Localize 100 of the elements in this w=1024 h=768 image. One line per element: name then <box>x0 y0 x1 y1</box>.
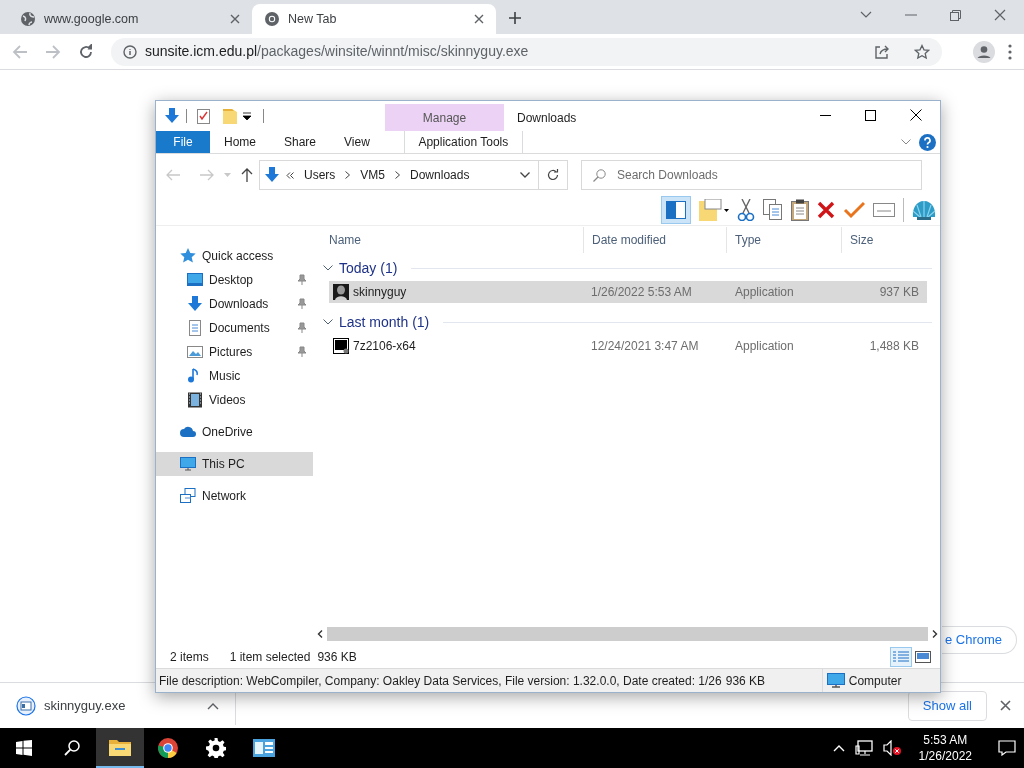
nav-item[interactable]: OneDrive <box>156 420 313 444</box>
close-icon[interactable] <box>474 14 484 24</box>
pin-icon[interactable] <box>297 322 307 334</box>
chrome-icon <box>157 737 179 759</box>
address-field[interactable]: Users VM5 Downloads <box>259 160 539 190</box>
scroll-right-icon[interactable] <box>932 630 938 638</box>
breadcrumb-item[interactable]: Downloads <box>408 166 472 184</box>
profile-icon[interactable] <box>973 40 995 63</box>
caret-icon[interactable] <box>860 11 872 19</box>
browser-tab[interactable]: New Tab <box>252 4 496 34</box>
up-icon[interactable] <box>241 168 253 182</box>
chevron-up-icon[interactable] <box>832 744 845 752</box>
notification-icon[interactable] <box>998 740 1016 756</box>
app-icon <box>333 284 349 300</box>
nav-item[interactable]: Desktop <box>156 268 313 292</box>
file-row[interactable]: 7z2106-x64 12/24/2021 3:47 AM Application 1,488 KB <box>329 335 927 357</box>
pin-icon[interactable] <box>297 274 307 286</box>
customize-chrome-button[interactable]: e Chrome <box>942 626 1018 654</box>
ribbon-tab[interactable]: Share <box>270 131 331 153</box>
windows-logo-icon <box>16 740 32 756</box>
ribbon-tab[interactable]: Application Tools <box>403 131 523 153</box>
help-icon[interactable] <box>919 133 936 151</box>
dropdown-icon[interactable] <box>243 112 251 120</box>
chevron-down-icon[interactable] <box>323 319 333 325</box>
status-text: 2 items <box>170 649 209 666</box>
details-size: 936 KB <box>725 672 767 690</box>
breadcrumb-item[interactable]: VM5 <box>358 166 388 184</box>
download-filename: skinnyguy.exe <box>44 696 127 715</box>
download-arrow-icon[interactable] <box>164 108 180 124</box>
folder-icon <box>109 738 131 756</box>
document-icon <box>187 320 203 336</box>
properties-icon[interactable] <box>197 108 211 124</box>
delete-icon[interactable] <box>817 200 835 219</box>
cut-icon[interactable] <box>737 198 755 221</box>
nav-item[interactable]: Music <box>156 364 313 388</box>
expand-ribbon-icon[interactable] <box>901 139 911 145</box>
column-header[interactable]: Name <box>321 227 583 253</box>
info-icon <box>123 44 137 59</box>
url-text: sunsite.icm.edu.pl/packages/winsite/winnt/misc/skinnyguy.exe <box>145 42 529 61</box>
star-icon[interactable] <box>914 43 930 60</box>
browser-tab[interactable]: www.google.com <box>8 4 252 34</box>
network-icon[interactable] <box>854 740 873 756</box>
exe-file-icon <box>16 695 36 716</box>
maximize-icon[interactable] <box>865 109 876 121</box>
preview-pane-button[interactable] <box>661 195 691 224</box>
status-text: 1 item selected <box>229 649 311 666</box>
scroll-left-icon[interactable] <box>317 630 323 638</box>
nav-item[interactable]: This PC <box>156 452 313 476</box>
checkmark-icon[interactable] <box>843 200 865 219</box>
nav-item[interactable]: Network <box>156 484 313 508</box>
paste-icon[interactable] <box>791 198 809 221</box>
type-cell-text: Application <box>734 284 795 301</box>
minimize-icon[interactable] <box>820 114 831 116</box>
pin-icon[interactable] <box>297 298 307 310</box>
nav-item[interactable]: Quick access <box>156 244 313 268</box>
volume-muted-icon[interactable] <box>882 740 901 756</box>
group-header[interactable]: Today (1) <box>339 257 398 279</box>
breadcrumb-item[interactable]: Users <box>302 166 338 184</box>
image-icon <box>915 651 931 663</box>
nav-item[interactable]: Downloads <box>156 292 313 316</box>
shell-icon[interactable] <box>912 198 936 221</box>
type-cell-text: Application <box>734 338 795 355</box>
ribbon-tab[interactable]: Home <box>210 131 270 153</box>
network-icon <box>180 488 196 504</box>
chevron-down-icon[interactable] <box>323 265 333 271</box>
restore-icon[interactable] <box>950 9 961 21</box>
chrome-icon <box>264 11 280 27</box>
search-field[interactable]: Search Downloads <box>581 160 922 190</box>
menu-icon[interactable] <box>1008 43 1012 60</box>
show-all-button[interactable]: Show all <box>907 690 987 721</box>
dropdown-icon[interactable] <box>520 172 530 178</box>
column-header[interactable]: Size <box>841 227 919 253</box>
ribbon-tab[interactable]: File <box>156 131 210 153</box>
group-header[interactable]: Last month (1) <box>339 311 430 333</box>
desktop-icon <box>187 272 203 288</box>
refresh-button[interactable] <box>538 160 568 190</box>
picture-icon <box>187 344 203 360</box>
close-icon[interactable] <box>1000 700 1011 711</box>
rename-icon[interactable] <box>873 202 895 217</box>
folder-taskbar-button[interactable] <box>96 728 144 768</box>
column-header[interactable]: Date modified <box>583 227 726 253</box>
pin-icon[interactable] <box>297 346 307 358</box>
caret-icon[interactable] <box>207 701 219 710</box>
clock-time: 5:53 AM <box>923 732 968 748</box>
file-row[interactable]: skinnyguy 1/26/2022 5:53 AM Application 937 KB <box>329 281 927 303</box>
context-tab-group: Manage <box>385 104 504 131</box>
nav-item[interactable]: Documents <box>156 316 313 340</box>
share-icon[interactable] <box>874 43 890 60</box>
search-icon <box>593 169 606 182</box>
reload-icon[interactable] <box>78 43 94 60</box>
new-tab-icon[interactable] <box>508 11 522 25</box>
column-header[interactable]: Type <box>726 227 841 253</box>
ribbon-tab[interactable]: View <box>330 131 384 153</box>
address-bar[interactable]: sunsite.icm.edu.pl/packages/winsite/winnt/misc/skinnyguy.exe <box>111 37 942 66</box>
nav-item[interactable]: Videos <box>156 388 313 412</box>
file-name: skinnyguy <box>353 284 407 301</box>
copy-icon[interactable] <box>763 198 783 221</box>
file-name: 7z2106-x64 <box>353 338 416 355</box>
close-icon[interactable] <box>910 109 922 121</box>
nav-item[interactable]: Pictures <box>156 340 313 364</box>
